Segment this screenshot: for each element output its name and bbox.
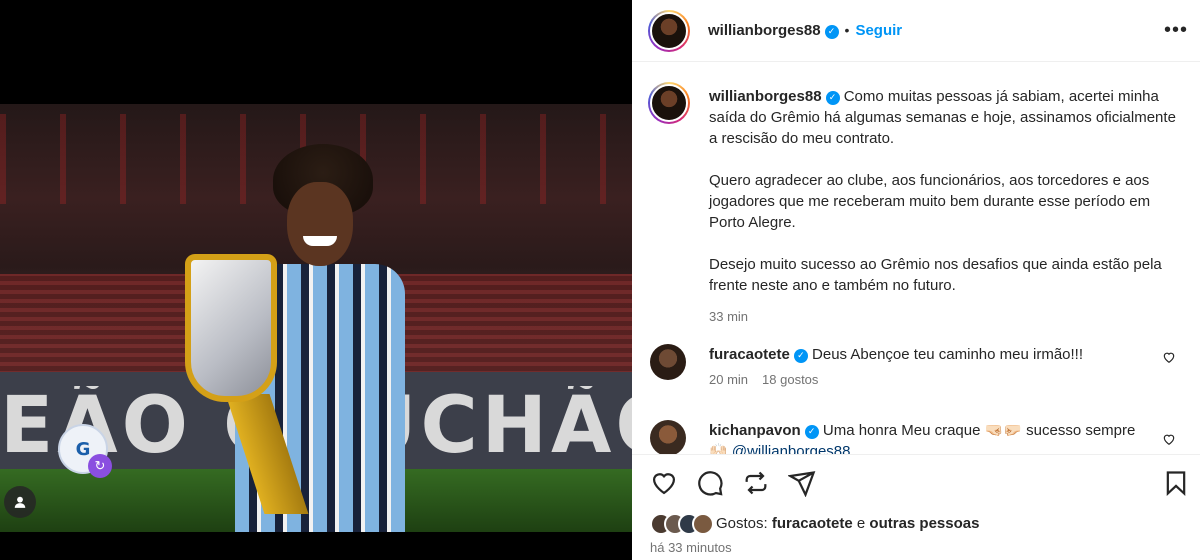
- caption-username[interactable]: willianborges88: [709, 88, 822, 105]
- separator-dot: •: [844, 22, 850, 38]
- posted-time[interactable]: há 33 minutos: [650, 540, 732, 555]
- comment-body: furacaotete ✓ Deus Abençoe teu caminho me…: [709, 344, 1149, 365]
- comment-likes[interactable]: 18 gostos: [762, 372, 818, 387]
- caption-paragraph-2: Quero agradecer ao clube, aos funcionári…: [709, 172, 1151, 231]
- author-username[interactable]: willianborges88: [708, 22, 821, 39]
- likes-others[interactable]: outras pessoas: [869, 515, 979, 532]
- comments-section: willianborges88 ✓ Como muitas pessoas já …: [632, 62, 1200, 454]
- post-sidebar: willianborges88 ✓ • Seguir ••• willianborge…: [632, 0, 1200, 560]
- comment-body: kichanpavon ✓ Uma honra Meu craque 🤜🏻🤛🏻 s…: [709, 420, 1149, 454]
- verified-icon: ✓: [793, 348, 808, 363]
- repost-icon[interactable]: [742, 469, 770, 497]
- comment-like-icon[interactable]: [1162, 350, 1176, 364]
- save-icon[interactable]: [1162, 469, 1190, 497]
- like-icon[interactable]: [650, 469, 678, 497]
- follow-button[interactable]: Seguir: [855, 22, 902, 39]
- post-caption: willianborges88 ✓ Como muitas pessoas já …: [709, 86, 1179, 327]
- trophy-stem: [225, 394, 309, 514]
- comment-time[interactable]: 20 min: [709, 372, 748, 387]
- liker-avatar: [692, 513, 714, 535]
- likes-label: Gostos:: [716, 515, 768, 532]
- share-icon[interactable]: [788, 469, 816, 497]
- comment-item: furacaotete ✓ Deus Abençoe teu caminho me…: [650, 344, 1190, 404]
- comment-like-icon[interactable]: [1162, 432, 1176, 446]
- post-header: willianborges88 ✓ • Seguir •••: [632, 0, 1200, 62]
- commenter-avatar[interactable]: [650, 344, 686, 380]
- more-options-icon[interactable]: •••: [1164, 20, 1188, 40]
- post-media[interactable]: EÃO GAÚCHÃO 2 G ↻: [0, 0, 632, 560]
- trophy: [185, 254, 309, 514]
- comment-icon[interactable]: [696, 469, 724, 497]
- comment-text-continuation[interactable]: 🙌🏻 @willianborges88: [709, 443, 850, 454]
- likes-summary: Gostos: furacaotete e outras pessoas: [716, 515, 979, 532]
- caption-time[interactable]: 33 min: [709, 306, 1179, 327]
- verified-icon: ✓: [824, 24, 839, 39]
- verified-icon: ✓: [804, 424, 819, 439]
- comment-text: Deus Abençoe teu caminho meu irmão!!!: [812, 346, 1084, 363]
- caption-paragraph-3: Desejo muito sucesso ao Grêmio nos desaf…: [709, 256, 1162, 294]
- comment-item: kichanpavon ✓ Uma honra Meu craque 🤜🏻🤛🏻 s…: [650, 420, 1190, 454]
- likers-avatars[interactable]: [650, 513, 714, 535]
- watermark-badge-icon: ↻: [88, 454, 112, 478]
- player-figure: [185, 144, 415, 532]
- comment-text: Uma honra Meu craque 🤜🏻🤛🏻 sucesso sempre: [822, 422, 1136, 439]
- caption-author-avatar[interactable]: [648, 82, 690, 124]
- author-avatar[interactable]: [648, 10, 690, 52]
- commenter-avatar[interactable]: [650, 420, 686, 454]
- likes-connector: e: [856, 515, 866, 532]
- trophy-cup: [185, 254, 277, 402]
- tagged-users-icon[interactable]: [4, 486, 36, 518]
- likes-first-user[interactable]: furacaotete: [772, 515, 853, 532]
- commenter-username[interactable]: kichanpavon: [709, 422, 801, 439]
- post-actions-bar: [632, 454, 1200, 510]
- player-smile: [303, 236, 337, 246]
- header-user-line: willianborges88 ✓ • Seguir: [708, 22, 902, 40]
- comment-meta: 20 min 18 gostos: [709, 372, 832, 387]
- commenter-username[interactable]: furacaotete: [709, 346, 790, 363]
- verified-icon: ✓: [825, 90, 840, 105]
